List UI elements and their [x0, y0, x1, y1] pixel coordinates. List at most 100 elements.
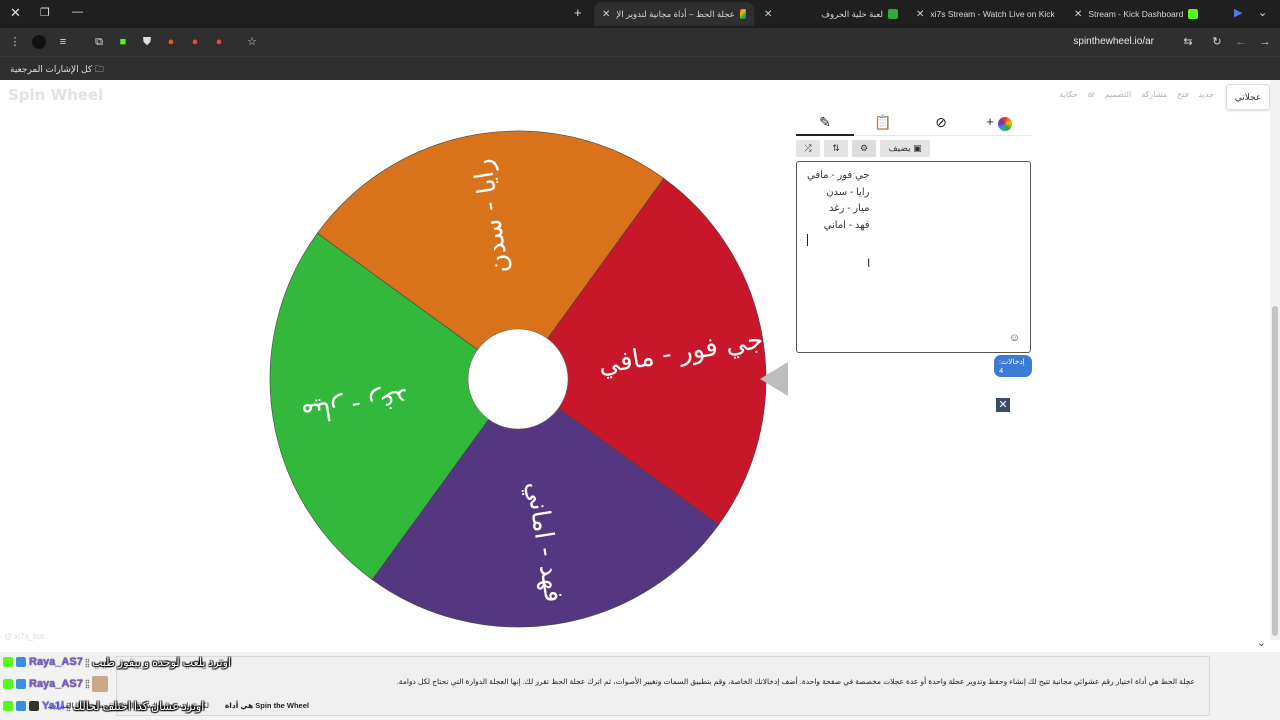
kick-badge-icon: [3, 679, 13, 689]
bookmarks-label: كل الإشارات المرجعية: [10, 64, 93, 74]
tab-title: xi7s Stream - Watch Live on Kick: [930, 9, 1055, 19]
browser-chrome: ✕ ❐ — + ✕ عجلة الحظ – أداة مجانية لتدوير…: [0, 0, 1280, 80]
spin-wheel-page: Spin Wheel جديد فتح مشاركة التصميم ar حك…: [0, 80, 1280, 720]
entries-list: جي فور - مافي رايا - سدن ميار - رغد فهد …: [807, 168, 869, 234]
close-window-icon[interactable]: ✕: [10, 5, 21, 21]
ibeam-cursor-icon: I: [867, 256, 871, 270]
wheel-hub[interactable]: [467, 328, 569, 430]
menu-new[interactable]: جديد: [1198, 90, 1214, 99]
settings-gear-icon[interactable]: ⚙: [852, 140, 876, 157]
tab-kick-dashboard[interactable]: ✕ Stream - Kick Dashboard: [1066, 2, 1226, 26]
entries-count-badge: إدخالات: 4: [994, 355, 1032, 377]
chat-text: : اوترد عشان كذا اختلف لحالك: [67, 700, 205, 713]
kick-favicon-icon: [1188, 9, 1199, 19]
image-icon: ▣: [913, 143, 922, 153]
tab-title: لعبة خلية الحروف: [821, 8, 883, 19]
tab-spin-wheel[interactable]: ✕ عجلة الحظ – أداة مجانية لتدوير الإ: [594, 2, 754, 26]
subscriber-badge-icon: [16, 701, 26, 711]
add-image-button[interactable]: يضيف ▣: [880, 140, 930, 157]
badge-icon: [29, 701, 39, 711]
spin-wheel[interactable]: جي فور - مافيفهد - امانيميار - رغدرايا -…: [268, 129, 768, 629]
chat-username: Raya_AS7: [29, 678, 83, 690]
folder-icon: 🗀: [94, 64, 104, 74]
site-description: عجلة الحظ هي أداة اختيار رقم عشوائي مجان…: [47, 656, 1210, 716]
extension-icon[interactable]: ●: [188, 35, 202, 49]
minimize-window-icon[interactable]: —: [72, 6, 83, 18]
chevron-down-icon[interactable]: ⌄: [1257, 636, 1266, 649]
back-icon[interactable]: →: [1258, 35, 1272, 49]
wheel-pointer: [760, 362, 788, 396]
text-caret: [807, 234, 808, 246]
description-line: عجلة الحظ هي أداة اختيار رقم عشوائي مجان…: [396, 677, 1195, 686]
tab-list-chevron-icon[interactable]: ⌄: [1258, 6, 1267, 19]
site-logo[interactable]: Spin Wheel: [8, 86, 103, 104]
new-tab-icon[interactable]: +: [574, 5, 582, 20]
menu-language[interactable]: ar: [1088, 90, 1095, 99]
emoji-icon[interactable]: ☺: [1009, 332, 1020, 344]
panel-tabs: ✎ 📋 ⊘ +: [796, 112, 1032, 136]
extension-icon[interactable]: ●: [164, 35, 178, 49]
entries-panel: ✎ 📋 ⊘ + ⤮ ⇅ ⚙ يضيف ▣ جي فور - مافي رايا …: [796, 112, 1032, 377]
browser-toolbar: ⋮ ≡ ⧉ ■ ⛊ ● ● ● ☆ spinthewheel.io/ar ⇆ ↻…: [0, 28, 1280, 56]
shuffle-button[interactable]: ⤮: [796, 140, 820, 157]
entry-line: ميار - رغد: [829, 203, 870, 214]
shield-icon[interactable]: ⛊: [140, 35, 154, 49]
close-icon[interactable]: ✕: [602, 9, 610, 20]
menu-share[interactable]: مشاركة: [1141, 90, 1167, 99]
close-icon[interactable]: ✕: [916, 9, 924, 20]
game-favicon-icon: [888, 9, 898, 19]
media-controls-icon[interactable]: ≡: [56, 35, 70, 49]
page-scrollbar[interactable]: [1270, 80, 1280, 640]
menu-story[interactable]: حكاية: [1059, 90, 1077, 99]
chat-username: Raya_AS7: [29, 656, 83, 668]
faint-overlay-text: @ xi7s_bot: [4, 632, 45, 641]
wheel-favicon-icon: [739, 9, 746, 19]
sort-button[interactable]: ⇅: [824, 140, 848, 157]
media-play-icon[interactable]: ▶: [1234, 6, 1242, 19]
chat-text: : اوترد يلعب لوحده و بيفوز طبب: [85, 656, 231, 669]
menu-open[interactable]: فتح: [1177, 90, 1188, 99]
extension-icon[interactable]: ●: [212, 35, 226, 49]
add-image-label: يضيف: [888, 143, 911, 153]
chat-message: Ya1l : اوترد عشان كذا اختلف لحالك: [0, 696, 204, 716]
site-settings-icon[interactable]: ⇆: [1181, 35, 1195, 49]
tab-title: عجلة الحظ – أداة مجانية لتدوير الإ: [616, 8, 735, 19]
bookmarks-bar: كل الإشارات المرجعية 🗀: [0, 56, 1280, 80]
close-icon[interactable]: ✕: [996, 398, 1010, 412]
clipboard-icon[interactable]: 📋: [871, 114, 895, 131]
scrollbar-thumb[interactable]: [1272, 306, 1278, 636]
hide-eye-icon[interactable]: ⊘: [929, 114, 953, 131]
bottom-section: عجلة الحظ هي أداة اختيار رقم عشوائي مجان…: [0, 652, 1280, 720]
restore-window-icon[interactable]: ❐: [40, 6, 50, 19]
my-wheels-button[interactable]: عجلاتي: [1226, 84, 1270, 110]
kick-badge-icon: [3, 701, 13, 711]
kick-badge-icon: [3, 657, 13, 667]
reload-icon[interactable]: ↻: [1210, 35, 1224, 49]
entries-textarea[interactable]: جي فور - مافي رايا - سدن ميار - رغد فهد …: [796, 161, 1031, 353]
menu-dots-icon[interactable]: ⋮: [8, 35, 22, 49]
tab-kick-stream[interactable]: ✕ xi7s Stream - Watch Live on Kick: [908, 2, 1062, 26]
entry-tools: ⤮ ⇅ ⚙ يضيف ▣: [796, 140, 930, 157]
color-wheel-icon[interactable]: [998, 117, 1012, 131]
active-tab-indicator: [796, 134, 854, 136]
tab-letters-game[interactable]: ✕ لعبة خلية الحروف: [756, 2, 906, 26]
bookmark-star-icon[interactable]: ☆: [245, 35, 259, 49]
menu-design[interactable]: التصميم: [1105, 90, 1131, 99]
entry-line: فهد - اماني: [823, 219, 870, 231]
entry-line: رايا - سدن: [826, 186, 870, 198]
extension-icon[interactable]: [32, 35, 46, 49]
close-icon[interactable]: ✕: [1074, 9, 1082, 20]
chat-message: Raya_AS7 :: [0, 674, 108, 694]
subscriber-badge-icon: [16, 657, 26, 667]
close-icon[interactable]: ✕: [764, 9, 772, 20]
tab-title: Stream - Kick Dashboard: [1088, 9, 1184, 19]
forward-icon[interactable]: ←: [1234, 35, 1248, 49]
kick-extension-icon[interactable]: ■: [116, 35, 130, 49]
address-bar[interactable]: spinthewheel.io/ar: [268, 31, 1162, 53]
chat-username: Ya1l: [42, 700, 65, 712]
emote-icon: [91, 676, 108, 692]
extensions-puzzle-icon[interactable]: ⧉: [92, 35, 106, 49]
chat-text: :: [85, 678, 89, 690]
all-bookmarks[interactable]: كل الإشارات المرجعية 🗀: [10, 62, 104, 78]
edit-pencil-icon[interactable]: ✎: [813, 114, 837, 131]
